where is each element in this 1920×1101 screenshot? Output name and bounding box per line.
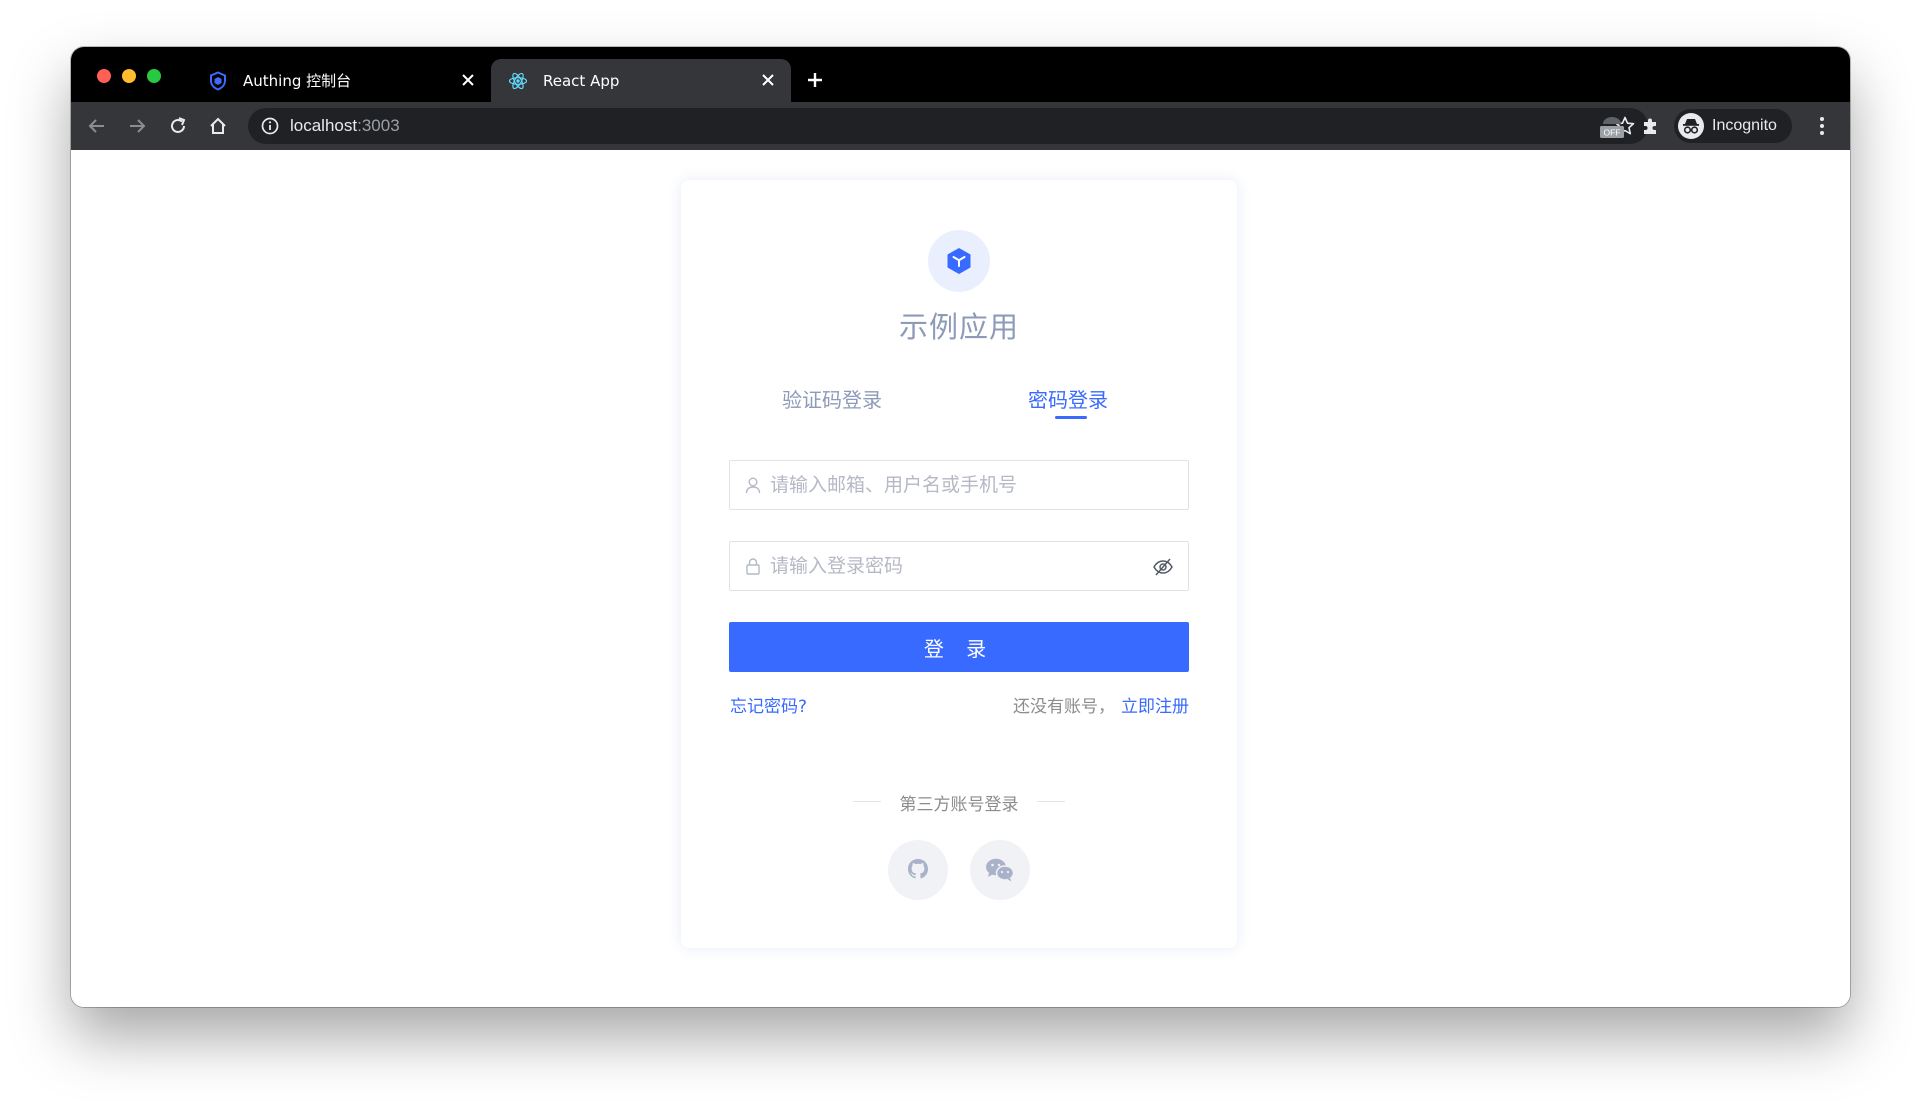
username-input[interactable] [770, 461, 1130, 509]
app-title: 示例应用 [898, 310, 1019, 344]
reload-icon [171, 117, 186, 133]
extension-off-icon: OFF [1600, 117, 1624, 138]
no-account-text: 还没有账号， [1013, 697, 1115, 717]
new-tab-button[interactable] [802, 67, 828, 93]
address-bar[interactable]: localhost:3003 [248, 108, 1648, 144]
tab-title: React App [543, 71, 620, 90]
tab-strip: Authing 控制台 React App [71, 47, 1850, 102]
cube-icon [947, 248, 971, 274]
profile-button[interactable]: Incognito [1674, 109, 1792, 143]
close-window-button[interactable] [97, 69, 111, 83]
user-icon [744, 476, 762, 494]
tab-react-app[interactable]: React App [491, 59, 791, 102]
more-vert-icon [1820, 117, 1824, 135]
third-party-label: 第三方账号登录 [899, 795, 1019, 815]
tab-password-login[interactable]: 密码登录 [1028, 384, 1108, 413]
tab-sms-login[interactable]: 验证码登录 [782, 384, 882, 413]
incognito-icon [1678, 113, 1704, 139]
profile-label: Incognito [1712, 117, 1777, 134]
plus-icon [808, 73, 822, 87]
svg-text:OFF: OFF [1604, 128, 1621, 138]
lock-icon [744, 557, 762, 575]
menu-button[interactable] [1808, 112, 1836, 140]
app-logo [928, 230, 990, 292]
arrow-right-icon [130, 119, 146, 133]
home-button[interactable] [204, 112, 232, 140]
wechat-login-button[interactable] [970, 840, 1030, 900]
github-icon [908, 859, 928, 879]
wechat-icon [986, 858, 1015, 882]
register-link[interactable]: 立即注册 [1121, 697, 1189, 717]
home-icon [210, 117, 226, 134]
maximize-window-button[interactable] [147, 69, 161, 83]
page-content: 示例应用 验证码登录 密码登录 登 录 忘记密码? [71, 150, 1850, 1007]
url-text: localhost:3003 [290, 116, 400, 135]
password-field[interactable] [729, 541, 1189, 591]
browser-toolbar: localhost:3003 OFF Incognito [71, 102, 1850, 150]
tab-authing[interactable]: Authing 控制台 [191, 59, 491, 102]
eye-off-icon[interactable] [1152, 556, 1174, 578]
info-icon[interactable] [260, 116, 280, 136]
forgot-password-link[interactable]: 忘记密码? [730, 692, 807, 717]
close-tab-icon[interactable] [757, 69, 779, 91]
login-card: 示例应用 验证码登录 密码登录 登 录 忘记密码? [681, 180, 1237, 948]
forward-button[interactable] [123, 112, 151, 140]
minimize-window-button[interactable] [122, 69, 136, 83]
react-icon [508, 71, 528, 91]
shield-icon [208, 71, 228, 91]
github-login-button[interactable] [888, 840, 948, 900]
reload-button[interactable] [164, 112, 192, 140]
close-tab-icon[interactable] [457, 69, 479, 91]
back-button[interactable] [83, 112, 111, 140]
username-field[interactable] [729, 460, 1189, 510]
puzzle-icon [1644, 118, 1656, 134]
tab-title: Authing 控制台 [243, 72, 352, 90]
divider-line [1037, 801, 1065, 802]
extension-off-button[interactable]: OFF [1595, 112, 1629, 140]
arrow-left-icon [88, 119, 104, 133]
register-prompt: 还没有账号， 立即注册 [1013, 692, 1189, 717]
password-input[interactable] [770, 542, 1130, 590]
extensions-button[interactable] [1636, 112, 1664, 140]
login-button[interactable]: 登 录 [729, 622, 1189, 672]
active-tab-indicator [1055, 416, 1087, 419]
browser-window: Authing 控制台 React App localhost:3003 OFF… [71, 47, 1850, 1007]
